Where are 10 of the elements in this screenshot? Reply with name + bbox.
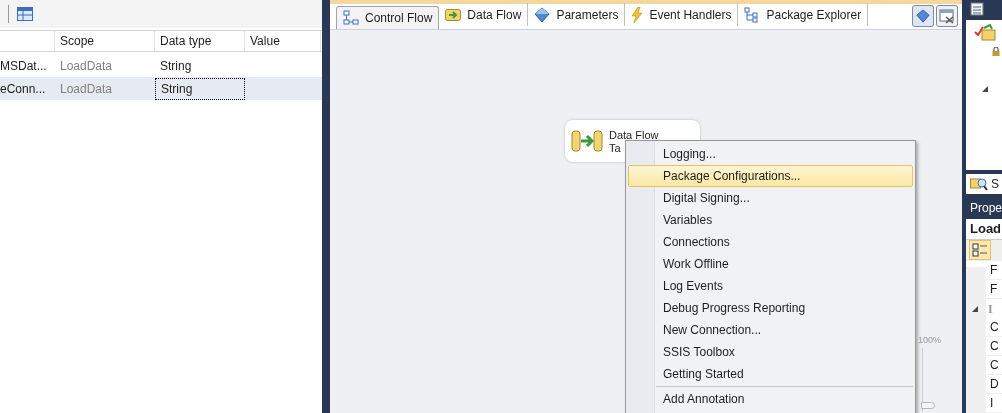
object-name: Load — [966, 219, 1002, 240]
panel-title: Prope — [970, 200, 1002, 217]
zoom-label: 100% — [918, 334, 942, 347]
table-cell-text: MSDat... — [0, 57, 48, 75]
task-label: Ta — [609, 142, 622, 155]
table-cell-text: LoadData — [59, 57, 114, 75]
table-cell-text: eConn... — [0, 80, 47, 98]
category-label: I — [988, 300, 993, 318]
table-cell-text: LoadData — [59, 80, 114, 98]
task-label: Data Flow — [609, 129, 659, 142]
